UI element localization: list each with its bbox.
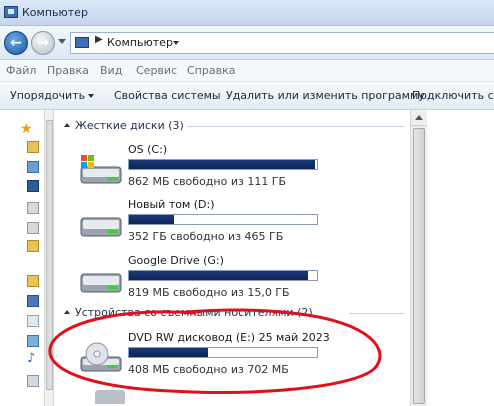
windows-drive-icon — [80, 155, 122, 184]
libraries-icon[interactable] — [27, 275, 39, 287]
connect-network-drive-button[interactable]: Подключить сет — [412, 89, 494, 102]
music-icon[interactable]: ♪ — [27, 352, 39, 365]
hard-drive-icon — [80, 273, 122, 293]
usage-bar — [128, 214, 318, 225]
recent-pages-dropdown[interactable] — [58, 39, 66, 44]
navigation-scrollbar[interactable] — [44, 110, 54, 406]
usage-bar — [128, 270, 318, 281]
drive-c[interactable]: OS (C:) 862 МБ свободно из 111 ГБ — [73, 143, 403, 199]
group-divider — [187, 126, 404, 127]
dvd-drive-icon — [80, 342, 122, 372]
system-properties-button[interactable]: Свойства системы — [114, 89, 221, 102]
scroll-up-arrow-icon[interactable] — [411, 110, 427, 126]
computer-icon — [75, 37, 89, 48]
menu-edit[interactable]: Правка — [47, 64, 89, 77]
free-space-text: 862 МБ свободно из 111 ГБ — [128, 175, 287, 188]
documents-icon[interactable] — [27, 315, 39, 327]
hard-drive-icon — [80, 217, 122, 237]
address-row: ← → ▶ Компьютер — [0, 26, 494, 60]
usage-bar-fill — [129, 215, 175, 224]
drive-d[interactable]: Новый том (D:) 352 ГБ свободно из 465 ГБ — [73, 198, 403, 254]
usage-bar — [128, 347, 318, 358]
breadcrumb-computer[interactable]: Компьютер — [107, 36, 173, 49]
collapse-chevron-icon[interactable] — [64, 310, 70, 314]
free-space-text: 408 МБ свободно из 702 МБ — [128, 363, 289, 376]
free-space-text: 819 МБ свободно из 15,0 ГБ — [128, 286, 290, 299]
group-label: Устройства со съемными носителями (2) — [75, 306, 313, 319]
navigation-scrollbar-thumb[interactable] — [46, 120, 53, 390]
drive-icon[interactable] — [27, 202, 39, 214]
breadcrumb-separator-icon[interactable]: ▶ — [95, 34, 103, 45]
menu-bar: Файл Правка Вид Сервис Справка — [0, 60, 494, 82]
video-icon[interactable] — [27, 295, 39, 307]
window-title: Компьютер — [22, 6, 88, 19]
chevron-down-icon[interactable] — [88, 94, 94, 98]
drive-label: OS (C:) — [128, 143, 168, 156]
menu-help[interactable]: Справка — [187, 64, 235, 77]
drive-g[interactable]: Google Drive (G:) 819 МБ свободно из 15,… — [73, 254, 403, 310]
content-scrollbar-thumb[interactable] — [413, 128, 425, 404]
group-divider — [349, 313, 404, 314]
uninstall-program-button[interactable]: Удалить или изменить программу — [226, 89, 425, 102]
chevron-down-icon[interactable] — [173, 41, 179, 45]
content-scrollbar[interactable] — [410, 110, 427, 406]
computer-icon — [4, 6, 18, 18]
group-label: Жесткие диски (3) — [75, 119, 184, 132]
title-bar: Компьютер — [0, 0, 494, 26]
usage-bar — [128, 159, 318, 170]
drives-view: Жесткие диски (3) OS (C:) 862 МБ свободн… — [55, 110, 410, 406]
address-bar[interactable]: ▶ Компьютер — [70, 32, 494, 54]
navigation-pane: ★ ♪ — [0, 110, 44, 406]
free-space-text: 352 ГБ свободно из 465 ГБ — [128, 230, 284, 243]
usage-bar-fill — [129, 271, 308, 280]
folder-icon[interactable] — [27, 141, 39, 153]
command-bar: Упорядочить Свойства системы Удалить или… — [0, 82, 494, 110]
drive-e-dvd[interactable]: DVD RW дисковод (E:) 25 май 2023 408 МБ … — [73, 331, 403, 387]
details-pane — [427, 110, 494, 406]
computer-icon[interactable] — [27, 375, 39, 387]
usage-bar-fill — [129, 160, 316, 169]
drive-icon[interactable] — [27, 222, 39, 234]
menu-view[interactable]: Вид — [100, 64, 122, 77]
menu-tools[interactable]: Сервис — [136, 64, 177, 77]
desktop-icon[interactable] — [27, 161, 39, 173]
drive-label: Google Drive (G:) — [128, 254, 224, 267]
back-button[interactable]: ← — [4, 31, 28, 55]
menu-file[interactable]: Файл — [6, 64, 36, 77]
forward-button[interactable]: → — [31, 31, 55, 55]
drive-label: Новый том (D:) — [128, 198, 215, 211]
drive-icon[interactable] — [95, 390, 125, 404]
usage-bar-fill — [129, 348, 208, 357]
favorites-star-icon[interactable]: ★ — [20, 122, 34, 136]
folder-icon[interactable] — [27, 240, 39, 252]
collapse-chevron-icon[interactable] — [64, 123, 70, 127]
monitor-icon[interactable] — [27, 180, 39, 192]
pictures-icon[interactable] — [27, 335, 39, 347]
group-hard-disks[interactable]: Жесткие диски (3) — [61, 119, 404, 133]
organize-button[interactable]: Упорядочить — [10, 89, 85, 102]
group-removable[interactable]: Устройства со съемными носителями (2) — [61, 306, 404, 320]
drive-label: DVD RW дисковод (E:) 25 май 2023 — [128, 331, 330, 344]
